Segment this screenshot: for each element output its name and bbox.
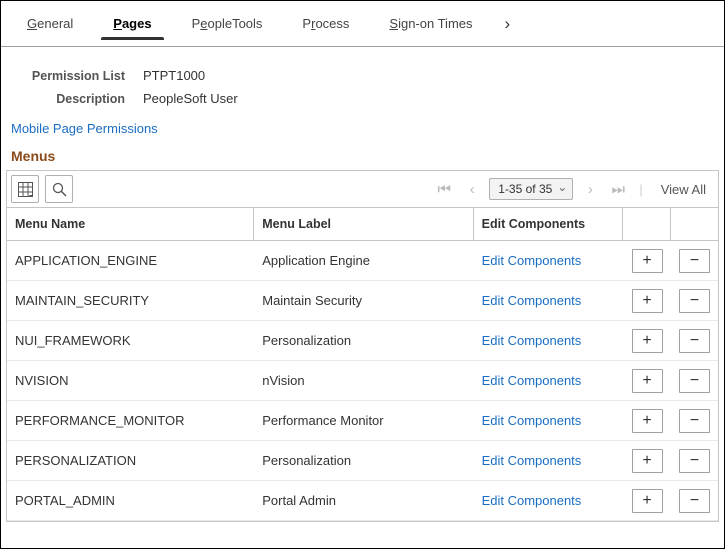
- minus-icon: −: [690, 373, 699, 389]
- permission-list-label: Permission List: [11, 69, 143, 83]
- tab-peopletools[interactable]: PeopleTools: [174, 8, 281, 39]
- tab-pages[interactable]: Pages: [95, 8, 169, 39]
- add-row-button[interactable]: +: [632, 409, 663, 433]
- description-label: Description: [11, 92, 143, 106]
- cell-menu-name: NUI_FRAMEWORK: [7, 328, 254, 353]
- prev-page-icon: ‹: [461, 181, 483, 198]
- add-row-button[interactable]: +: [632, 289, 663, 313]
- plus-icon: +: [642, 293, 651, 309]
- tab-process[interactable]: Process: [284, 8, 367, 39]
- edit-components-link[interactable]: Edit Components: [482, 253, 582, 268]
- table-row: PERFORMANCE_MONITORPerformance Monitor Ed…: [7, 401, 718, 441]
- view-all-link[interactable]: View All: [653, 182, 714, 197]
- tabs-more-icon[interactable]: ›: [495, 10, 521, 38]
- delete-row-button[interactable]: −: [679, 249, 710, 273]
- delete-row-button[interactable]: −: [679, 409, 710, 433]
- grid-toolbar: ⏮ ‹ 1-35 of 35 › ⏭ | View All: [7, 171, 718, 208]
- add-row-button[interactable]: +: [632, 369, 663, 393]
- cell-menu-name: MAINTAIN_SECURITY: [7, 288, 254, 313]
- cell-menu-name: NVISION: [7, 368, 254, 393]
- plus-icon: +: [642, 493, 651, 509]
- table-row: NUI_FRAMEWORKPersonalization Edit Compone…: [7, 321, 718, 361]
- cell-menu-label: nVision: [254, 368, 473, 393]
- add-row-button[interactable]: +: [632, 329, 663, 353]
- last-page-icon: ⏭: [607, 181, 629, 198]
- mobile-page-permissions-link[interactable]: Mobile Page Permissions: [1, 115, 168, 146]
- grid-icon: [18, 182, 33, 197]
- minus-icon: −: [690, 453, 699, 469]
- grid-header: Menu Name Menu Label Edit Components: [7, 208, 718, 241]
- delete-row-button[interactable]: −: [679, 449, 710, 473]
- plus-icon: +: [642, 453, 651, 469]
- cell-menu-label: Application Engine: [254, 248, 473, 273]
- table-row: NVISIONnVision Edit Components + −: [7, 361, 718, 401]
- grid-settings-button[interactable]: [11, 175, 39, 203]
- delete-row-button[interactable]: −: [679, 289, 710, 313]
- next-page-icon: ›: [579, 181, 601, 198]
- table-row: APPLICATION_ENGINEApplication Engine Edit…: [7, 241, 718, 281]
- tab-bar: General Pages PeopleTools Process Sign-o…: [1, 1, 724, 47]
- search-icon: [52, 182, 67, 197]
- edit-components-link[interactable]: Edit Components: [482, 333, 582, 348]
- edit-components-link[interactable]: Edit Components: [482, 413, 582, 428]
- grid-body: APPLICATION_ENGINEApplication Engine Edit…: [7, 241, 718, 521]
- section-title-menus: Menus: [1, 146, 724, 170]
- edit-components-link[interactable]: Edit Components: [482, 373, 582, 388]
- edit-components-link[interactable]: Edit Components: [482, 493, 582, 508]
- delete-row-button[interactable]: −: [679, 369, 710, 393]
- cell-menu-label: Portal Admin: [254, 488, 473, 513]
- add-row-button[interactable]: +: [632, 489, 663, 513]
- add-row-button[interactable]: +: [632, 249, 663, 273]
- cell-menu-name: APPLICATION_ENGINE: [7, 248, 254, 273]
- find-button[interactable]: [45, 175, 73, 203]
- menus-grid: ⏮ ‹ 1-35 of 35 › ⏭ | View All Menu Name …: [6, 170, 719, 522]
- info-block: Permission List PTPT1000 Description Peo…: [1, 47, 724, 115]
- minus-icon: −: [690, 413, 699, 429]
- description-value: PeopleSoft User: [143, 91, 238, 106]
- header-menu-name[interactable]: Menu Name: [7, 208, 254, 240]
- minus-icon: −: [690, 333, 699, 349]
- header-add: [623, 208, 671, 240]
- cell-menu-label: Personalization: [254, 448, 473, 473]
- delete-row-button[interactable]: −: [679, 329, 710, 353]
- plus-icon: +: [642, 253, 651, 269]
- plus-icon: +: [642, 333, 651, 349]
- cell-menu-name: PERFORMANCE_MONITOR: [7, 408, 254, 433]
- cell-menu-label: Performance Monitor: [254, 408, 473, 433]
- minus-icon: −: [690, 293, 699, 309]
- cell-menu-name: PERSONALIZATION: [7, 448, 254, 473]
- plus-icon: +: [642, 373, 651, 389]
- header-delete: [671, 208, 718, 240]
- edit-components-link[interactable]: Edit Components: [482, 453, 582, 468]
- edit-components-link[interactable]: Edit Components: [482, 293, 582, 308]
- tab-general[interactable]: General: [9, 8, 91, 39]
- header-menu-label[interactable]: Menu Label: [254, 208, 473, 240]
- tab-signon[interactable]: Sign-on Times: [371, 8, 490, 39]
- plus-icon: +: [642, 413, 651, 429]
- table-row: PORTAL_ADMINPortal Admin Edit Components +…: [7, 481, 718, 521]
- toolbar-divider: |: [635, 182, 646, 197]
- delete-row-button[interactable]: −: [679, 489, 710, 513]
- header-edit-components[interactable]: Edit Components: [474, 208, 624, 240]
- table-row: PERSONALIZATIONPersonalization Edit Compo…: [7, 441, 718, 481]
- cell-menu-label: Maintain Security: [254, 288, 473, 313]
- add-row-button[interactable]: +: [632, 449, 663, 473]
- first-page-icon: ⏮: [433, 181, 455, 198]
- permission-list-value: PTPT1000: [143, 68, 205, 83]
- minus-icon: −: [690, 493, 699, 509]
- cell-menu-label: Personalization: [254, 328, 473, 353]
- table-row: MAINTAIN_SECURITYMaintain Security Edit C…: [7, 281, 718, 321]
- row-range-select[interactable]: 1-35 of 35: [489, 178, 573, 200]
- cell-menu-name: PORTAL_ADMIN: [7, 488, 254, 513]
- minus-icon: −: [690, 253, 699, 269]
